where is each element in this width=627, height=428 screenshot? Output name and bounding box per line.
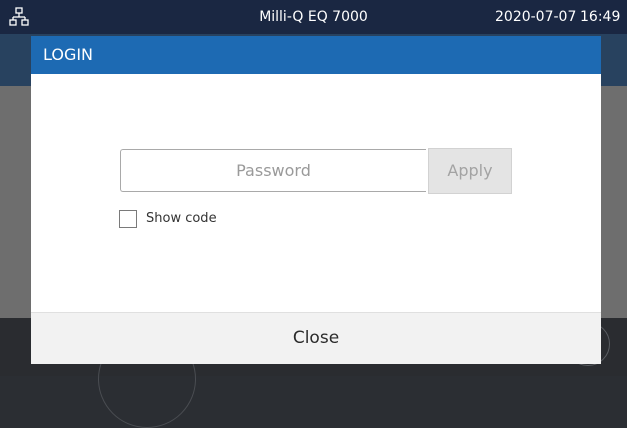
close-bar: Close — [31, 312, 601, 364]
login-dialog: LOGIN Apply Show code Close — [31, 36, 601, 364]
apply-button[interactable]: Apply — [428, 148, 512, 194]
status-time: 16:49 — [580, 9, 621, 25]
password-input[interactable] — [120, 149, 426, 192]
status-date: 2020-07-07 — [495, 9, 577, 25]
show-code-checkbox[interactable] — [119, 210, 137, 228]
close-button[interactable]: Close — [31, 313, 601, 364]
show-code-label: Show code — [146, 211, 217, 226]
dialog-title: LOGIN — [43, 45, 94, 64]
dialog-header: LOGIN — [31, 36, 601, 74]
status-bar: Milli-Q EQ 7000 2020-07-07 16:49 — [0, 0, 627, 34]
network-icon — [9, 7, 29, 26]
